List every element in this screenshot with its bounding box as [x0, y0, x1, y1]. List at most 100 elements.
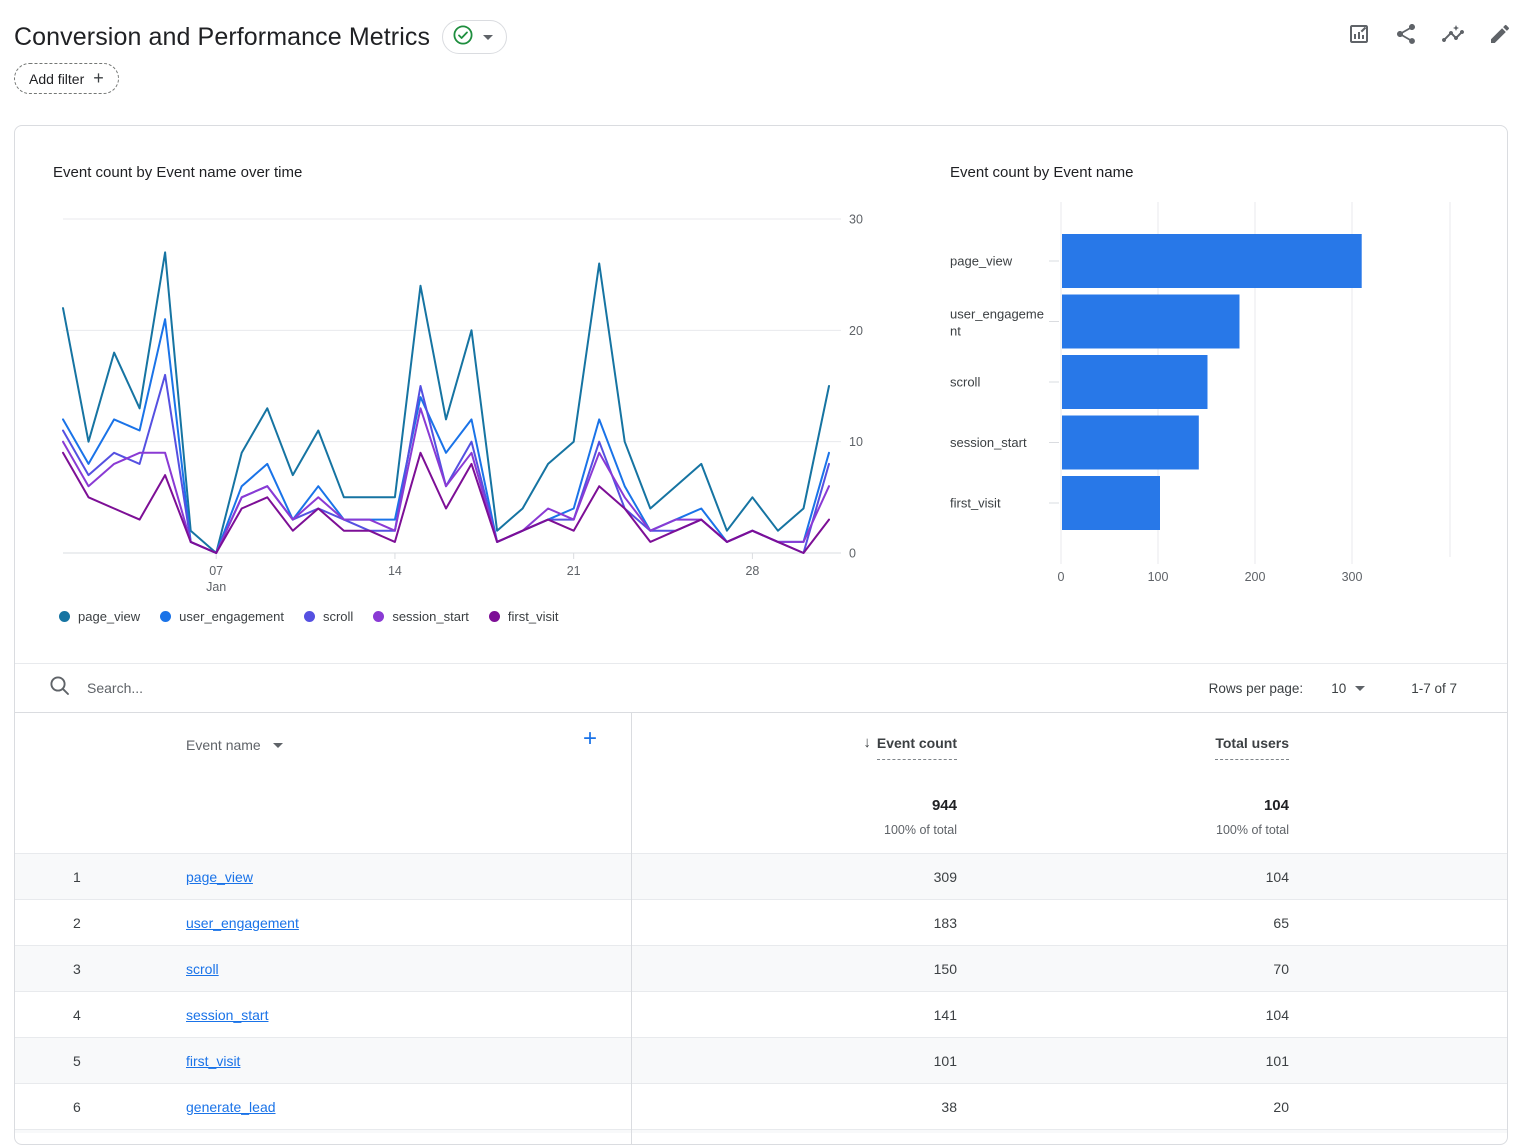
- total-users-total: 104: [1264, 797, 1289, 814]
- chevron-down-icon: [483, 35, 493, 40]
- x-axis-month-label: Jan: [206, 580, 226, 594]
- table-row: 5 first_visit 101 101: [15, 1037, 1507, 1083]
- total-users-value: 65: [1273, 915, 1289, 931]
- search-input[interactable]: [87, 680, 507, 696]
- event-count-value: 38: [941, 1099, 957, 1115]
- insights-icon[interactable]: [1441, 22, 1465, 46]
- x-axis-tick-label: 100: [1148, 570, 1169, 584]
- chart-legend: page_view user_engagement scroll session_st…: [59, 609, 558, 624]
- search-icon: [49, 675, 70, 701]
- event-count-value: 141: [934, 1007, 957, 1023]
- x-axis-tick-label: 21: [567, 564, 581, 578]
- legend-label: scroll: [323, 609, 353, 624]
- event-name-link-user_engagement[interactable]: user_engagement: [186, 915, 299, 931]
- event-name-link-generate_lead[interactable]: generate_lead: [186, 1099, 276, 1115]
- share-icon[interactable]: [1394, 22, 1418, 46]
- legend-label: user_engagement: [179, 609, 284, 624]
- line-chart-title: Event count by Event name over time: [53, 164, 302, 181]
- total-users-total-pct: 100% of total: [1216, 823, 1289, 837]
- row-index: 6: [73, 1099, 97, 1115]
- legend-item-user_engagement[interactable]: user_engagement: [160, 609, 284, 624]
- legend-dot-icon: [373, 611, 384, 622]
- y-axis-tick-label: 10: [849, 435, 863, 449]
- table-controls-row: Rows per page: 10 1-7 of 7: [15, 663, 1507, 712]
- edit-icon[interactable]: [1488, 22, 1512, 46]
- plus-icon: +: [93, 69, 104, 87]
- check-circle-icon: [452, 24, 474, 51]
- x-axis-tick-label: 300: [1342, 570, 1363, 584]
- legend-item-scroll[interactable]: scroll: [304, 609, 353, 624]
- event-name-link-first_visit[interactable]: first_visit: [186, 1053, 240, 1069]
- legend-dot-icon: [59, 611, 70, 622]
- column-divider: [631, 712, 632, 1144]
- event-count-value: 309: [934, 869, 957, 885]
- total-users-value: 101: [1266, 1053, 1289, 1069]
- event-name-link-scroll[interactable]: scroll: [186, 961, 219, 977]
- table-row: 3scroll15070: [15, 945, 1507, 991]
- table-body: 1page_view3091042user_engagement183653sc…: [15, 853, 1507, 1129]
- event-count-value: 101: [934, 1053, 957, 1069]
- category-label: first_visit: [950, 496, 1001, 511]
- event-count-total: 944: [932, 797, 957, 814]
- legend-label: first_visit: [508, 609, 559, 624]
- event-count-value: 150: [934, 961, 957, 977]
- sort-descending-icon: ↓: [863, 734, 871, 751]
- x-axis-tick-label: 0: [1058, 570, 1065, 584]
- event-count-header-label: Event count: [877, 735, 957, 760]
- row-index: 5: [73, 1053, 97, 1069]
- add-column-button[interactable]: +: [583, 727, 597, 751]
- category-label: page_view: [950, 254, 1013, 269]
- bar-chart-title: Event count by Event name: [950, 164, 1133, 181]
- data-table: Event name + ↓ Event count Total users 9…: [15, 712, 1507, 1144]
- event-name-link-page_view[interactable]: page_view: [186, 869, 253, 885]
- column-header-total-users[interactable]: Total users: [1215, 735, 1289, 760]
- legend-label: page_view: [78, 609, 140, 624]
- row-index: 3: [73, 961, 97, 977]
- legend-item-page_view[interactable]: page_view: [59, 609, 140, 624]
- customize-report-icon[interactable]: [1347, 22, 1371, 46]
- legend-dot-icon: [160, 611, 171, 622]
- table-row: 1 page_view 309 104: [15, 853, 1507, 899]
- add-filter-label: Add filter: [29, 71, 84, 87]
- total-users-value: 104: [1266, 869, 1289, 885]
- table-row: 4session_start141104: [15, 991, 1507, 1037]
- column-header-event-count[interactable]: ↓ Event count: [863, 735, 957, 760]
- table-row-partial: [15, 1129, 1507, 1133]
- row-index: 1: [73, 869, 97, 885]
- x-axis-tick-label: 14: [388, 564, 402, 578]
- report-card: Event count by Event name over time 0 10 2…: [14, 125, 1508, 1145]
- page-header: Conversion and Performance Metrics: [0, 0, 1524, 125]
- series-line-user_engagement: [63, 319, 829, 553]
- table-row: 6generate_lead3820: [15, 1083, 1507, 1129]
- total-users-value: 104: [1266, 1007, 1289, 1023]
- event-name-link-session_start[interactable]: session_start: [186, 1007, 268, 1023]
- table-row: 2user_engagement18365: [15, 899, 1507, 945]
- bar-user_engagement: [1062, 295, 1240, 349]
- event-name-header-label: Event name: [186, 737, 261, 753]
- column-header-event-name[interactable]: Event name: [186, 737, 283, 753]
- report-toolbar: [1347, 22, 1512, 46]
- line-chart: 010203007142128Jan: [53, 202, 893, 606]
- rows-per-page-select[interactable]: 10: [1331, 681, 1365, 696]
- legend-item-first_visit[interactable]: first_visit: [489, 609, 559, 624]
- table-header: Event name + ↓ Event count Total users 9…: [15, 712, 1507, 853]
- chevron-down-icon: [1355, 686, 1365, 691]
- y-axis-tick-label: 20: [849, 324, 863, 338]
- report-status-dropdown[interactable]: [442, 20, 507, 54]
- category-label: user_engagement: [950, 307, 1044, 339]
- add-filter-button[interactable]: Add filter +: [14, 63, 119, 94]
- total-users-header-label: Total users: [1215, 735, 1289, 760]
- y-axis-tick-label: 30: [849, 213, 863, 227]
- legend-label: session_start: [392, 609, 469, 624]
- x-axis-tick-label: 07: [209, 564, 223, 578]
- x-axis-tick-label: 28: [745, 564, 759, 578]
- series-line-first_visit: [63, 453, 829, 553]
- chevron-down-icon: [273, 743, 283, 748]
- bar-scroll: [1062, 355, 1208, 409]
- page-title: Conversion and Performance Metrics: [14, 23, 430, 52]
- bar-first_visit: [1062, 476, 1160, 530]
- rows-per-page-label: Rows per page:: [1209, 681, 1304, 696]
- legend-dot-icon: [489, 611, 500, 622]
- row-index: 2: [73, 915, 97, 931]
- legend-item-session_start[interactable]: session_start: [373, 609, 469, 624]
